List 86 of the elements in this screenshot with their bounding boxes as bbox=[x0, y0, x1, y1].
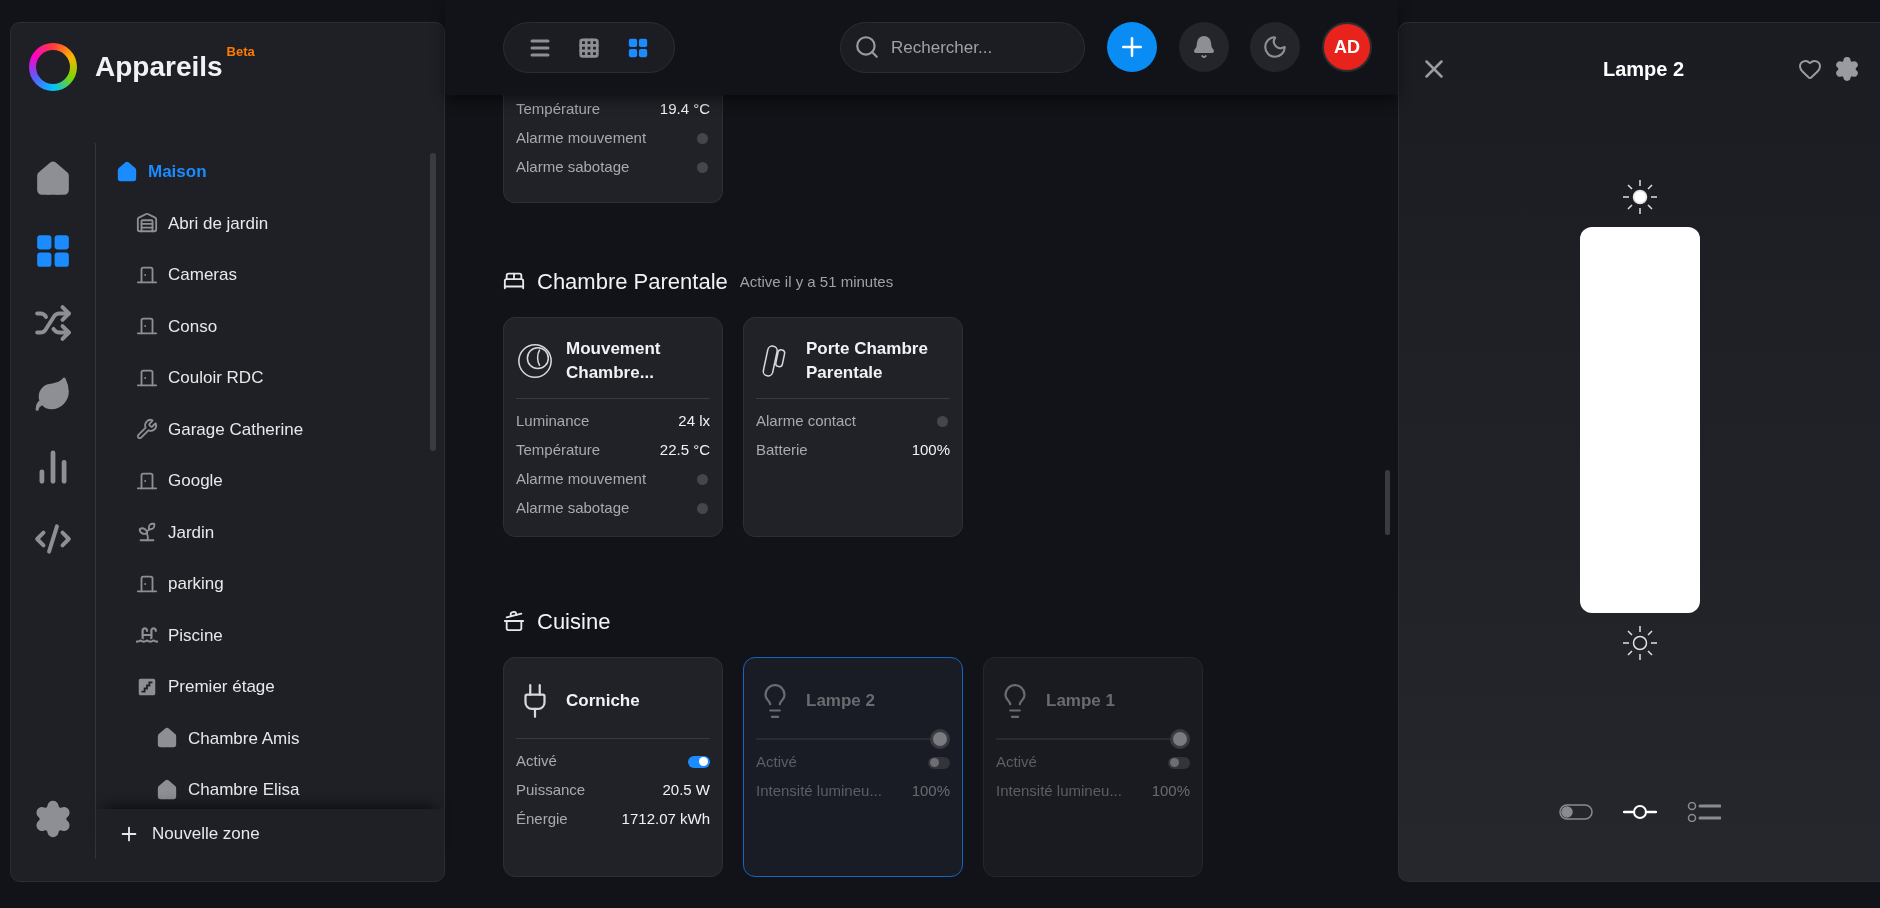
row-value: 100% bbox=[911, 781, 950, 802]
moon-icon bbox=[1262, 34, 1288, 60]
tree-item[interactable]: Cameras bbox=[96, 249, 444, 301]
tree-item[interactable]: Conso bbox=[96, 300, 444, 352]
tree-item[interactable]: Maison bbox=[96, 146, 444, 198]
tree-item[interactable]: Premier étage bbox=[96, 661, 444, 713]
tree-item[interactable]: Jardin bbox=[96, 506, 444, 558]
tree-item[interactable]: Couloir RDC bbox=[96, 352, 444, 404]
theme-button[interactable] bbox=[1250, 22, 1300, 72]
bell-icon bbox=[1192, 35, 1216, 59]
grid-icon bbox=[578, 36, 600, 59]
tree-item[interactable]: Piscine bbox=[96, 609, 444, 661]
row-label: Alarme mouvement bbox=[516, 469, 647, 490]
row-label: Puissance bbox=[516, 780, 586, 801]
tree-item[interactable]: Garage Catherine bbox=[96, 403, 444, 455]
row-label: Température bbox=[516, 440, 601, 461]
row-label: Intensité lumineu... bbox=[756, 781, 882, 802]
device-card[interactable]: Porte Chambre Parentale Alarme contact Batterie 100% bbox=[743, 317, 963, 537]
panel-title: Lampe 2 bbox=[1602, 57, 1685, 82]
sun-icon bbox=[1621, 625, 1658, 661]
home-icon bbox=[34, 159, 72, 198]
section-title: Chambre Parentale bbox=[537, 267, 728, 296]
brightness-slider[interactable] bbox=[1579, 227, 1700, 613]
row-value: 24 lx bbox=[678, 411, 710, 432]
row-value: 1712.07 kWh bbox=[621, 809, 710, 830]
sprout-icon bbox=[136, 521, 158, 544]
card-title: Corniche bbox=[566, 690, 640, 712]
row-label: Alarme mouvement bbox=[516, 128, 647, 149]
row-value: 20.5 W bbox=[662, 780, 710, 801]
logo-icon bbox=[29, 43, 77, 91]
card-title: Porte Chambre Parentale bbox=[806, 338, 929, 384]
barn-icon bbox=[136, 212, 158, 235]
card-title: Mouvement Chambre... bbox=[566, 338, 662, 384]
shuffle-icon bbox=[34, 303, 72, 342]
toggle-icon bbox=[1558, 804, 1593, 820]
sun-icon bbox=[1621, 179, 1658, 215]
heart-icon[interactable] bbox=[1798, 57, 1822, 81]
motion-sensor-icon bbox=[516, 342, 554, 380]
row-label: Alarme sabotage bbox=[516, 498, 630, 519]
tiles-icon bbox=[626, 36, 649, 59]
tree-item[interactable]: Chambre Amis bbox=[96, 712, 444, 764]
row-label: Alarme contact bbox=[756, 411, 857, 432]
notifications-button[interactable] bbox=[1179, 22, 1229, 72]
row-label: Batterie bbox=[756, 440, 808, 461]
row-value: 100% bbox=[911, 440, 950, 461]
row-value: 19.4 °C bbox=[659, 99, 710, 120]
app-title: Appareils bbox=[95, 50, 223, 84]
search-field[interactable]: Rechercher... bbox=[840, 22, 1085, 73]
section-subtitle: Active il y a 51 minutes bbox=[739, 271, 894, 292]
tree-item[interactable]: Google bbox=[96, 455, 444, 507]
card-title: Lampe 2 bbox=[806, 690, 875, 712]
house-icon bbox=[156, 727, 178, 750]
house-icon bbox=[156, 778, 178, 801]
beta-label: Beta bbox=[226, 43, 255, 61]
device-card[interactable]: Mouvement Chambre... Luminance 24 lx Température 22.5 °C Alarme mouvement Alarme sabotage bbox=[503, 317, 723, 537]
pot-icon bbox=[503, 610, 525, 632]
toggle-switch[interactable] bbox=[688, 755, 710, 768]
row-label: Intensité lumineu... bbox=[996, 781, 1122, 802]
scrollbar[interactable] bbox=[430, 153, 436, 451]
add-button[interactable] bbox=[1107, 22, 1157, 72]
section-title: Cuisine bbox=[537, 607, 611, 636]
tree-item[interactable]: Abri de jardin bbox=[96, 197, 444, 249]
slider-icon bbox=[1622, 803, 1657, 821]
house-icon bbox=[116, 160, 138, 183]
search-icon bbox=[854, 34, 880, 60]
row-value: 22.5 °C bbox=[659, 440, 710, 461]
bed-icon bbox=[503, 270, 525, 292]
new-zone-button[interactable]: Nouvelle zone bbox=[96, 809, 444, 859]
row-label: Énergie bbox=[516, 809, 568, 830]
row-label: Luminance bbox=[516, 411, 590, 432]
list-icon bbox=[1686, 802, 1721, 822]
row-label: Activé bbox=[756, 752, 797, 773]
wrench-icon bbox=[136, 418, 158, 441]
row-label: Activé bbox=[996, 752, 1037, 773]
user-avatar[interactable]: AD bbox=[1322, 22, 1372, 72]
row-label: Alarme sabotage bbox=[516, 157, 630, 178]
leaf-icon bbox=[34, 375, 72, 414]
tree-item[interactable]: Chambre Elisa bbox=[96, 764, 444, 809]
row-value: 100% bbox=[1151, 781, 1190, 802]
row-label: Température bbox=[516, 99, 601, 120]
device-card[interactable]: Température 19.4 °C Alarme mouvement Alarme sabotage bbox=[503, 95, 723, 203]
tree-item[interactable]: parking bbox=[96, 558, 444, 610]
row-label: Activé bbox=[516, 751, 557, 772]
scrollbar[interactable] bbox=[1385, 470, 1390, 535]
card-title: Lampe 1 bbox=[1046, 690, 1115, 712]
device-card[interactable]: Corniche Activé Puissance 20.5 W Énergie 1712.07 kWh bbox=[503, 657, 723, 877]
